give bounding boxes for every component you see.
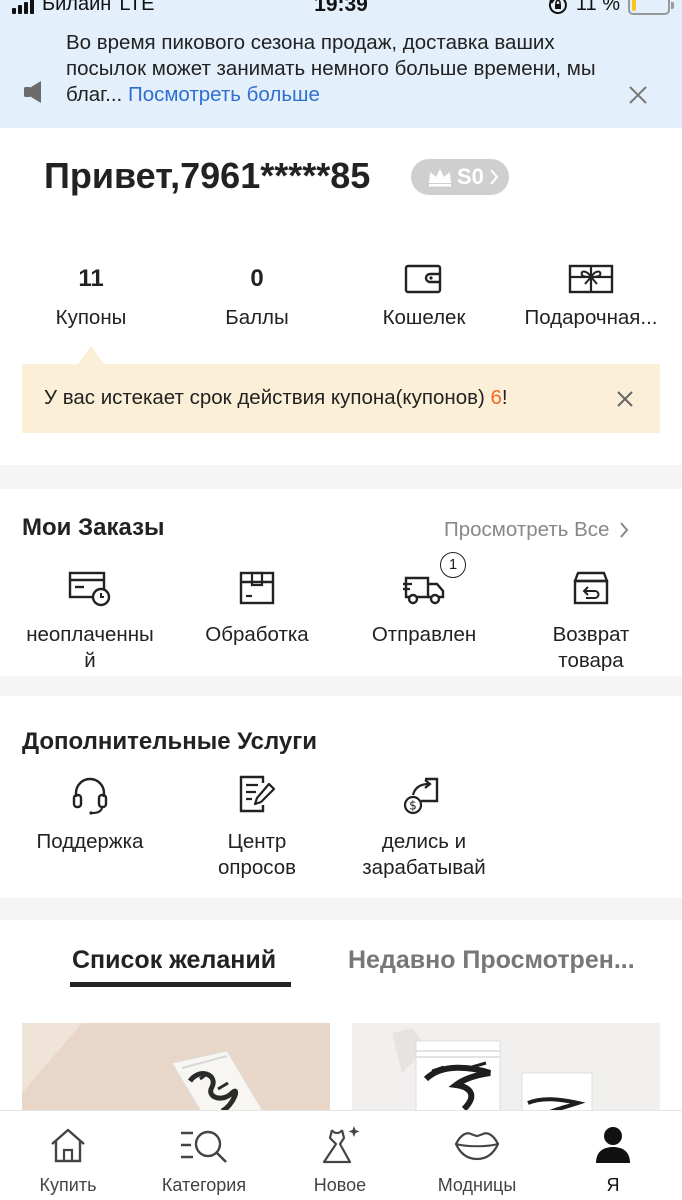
points-label: Баллы [225, 306, 289, 329]
return-box-icon [573, 571, 609, 605]
wallet-stat[interactable]: Кошелек [344, 262, 504, 330]
close-icon[interactable] [624, 81, 652, 109]
orders-processing-label: Обработка [205, 623, 309, 646]
battery-level [632, 0, 636, 11]
orders-returns-label: Возврат товара [552, 623, 630, 672]
notice-text: Во время пикового сезона продаж, доставк… [66, 30, 606, 108]
headset-icon [72, 777, 108, 815]
sock-image [352, 1023, 660, 1113]
nav-shop[interactable]: Купить [0, 1123, 136, 1196]
coupon-warning-suffix: ! [501, 386, 508, 409]
service-survey-label: Центр опросов [217, 830, 297, 879]
category-search-icon [181, 1130, 227, 1163]
nav-category-label: Категория [161, 1175, 247, 1195]
nav-new[interactable]: Новое [272, 1123, 408, 1196]
wishlist-product-image[interactable] [22, 1023, 330, 1113]
crown-icon [429, 169, 451, 187]
service-share-earn-label: делись и зарабатывай [362, 830, 486, 879]
coupon-warning-message: У вас истекает срок действия купона(купо… [44, 386, 491, 409]
status-right: 11 % [548, 0, 674, 16]
nav-new-label: Новое [313, 1175, 367, 1195]
coupon-warning-pointer [78, 346, 104, 364]
section-divider [0, 898, 682, 920]
chevron-right-icon [620, 522, 629, 538]
coupon-expiry-warning[interactable]: У вас истекает срок действия купона(купо… [22, 364, 660, 433]
coupons-count: 11 [78, 265, 104, 292]
orders-unpaid-label: неоплаченны й [26, 623, 154, 672]
shipped-count-badge: 1 [440, 552, 466, 578]
svg-text:$: $ [409, 799, 417, 813]
orders-shipped-label: Отправлен [371, 623, 477, 646]
coupon-expiring-count: 6 [490, 386, 502, 409]
coupons-stat[interactable]: 11 Купоны [11, 262, 171, 330]
wallet-label: Кошелек [382, 306, 466, 329]
notice-banner[interactable]: Во время пикового сезона продаж, доставк… [0, 24, 682, 128]
nav-category[interactable]: Категория [136, 1123, 272, 1196]
chevron-right-icon [490, 169, 499, 185]
services-title: Дополнительные Услуги [22, 728, 318, 755]
lips-icon [454, 1132, 500, 1161]
tab-wishlist[interactable]: Список желаний [72, 946, 276, 975]
share-earn-icon: $ [403, 777, 439, 815]
orders-returns[interactable]: Возврат товара [507, 568, 675, 674]
survey-icon [239, 775, 276, 813]
service-support[interactable]: Поддержка [6, 775, 174, 855]
nav-fashionistas[interactable]: Модницы [409, 1123, 545, 1196]
coupon-warning-text: У вас истекает срок действия купона(купо… [44, 386, 508, 410]
section-divider [0, 676, 682, 696]
nav-me-label: Я [606, 1175, 620, 1195]
tab-recently-viewed[interactable]: Недавно Просмотрен... [348, 946, 635, 975]
greeting-title: Привет,7961*****85 [44, 155, 371, 196]
bottom-navigation: Купить Категория Новое Модницы Я [0, 1110, 682, 1200]
service-share-earn[interactable]: $ делись и зарабатывай [340, 775, 508, 881]
orders-processing[interactable]: Обработка [173, 568, 341, 648]
rotation-lock-icon [548, 0, 567, 14]
close-icon[interactable] [612, 386, 638, 412]
vip-level-badge[interactable]: S0 [411, 159, 509, 195]
status-bar: Билайн LTE 19:39 11 % [0, 0, 682, 24]
coupons-label: Купоны [55, 306, 127, 329]
notice-more-link[interactable]: Посмотреть больше [128, 83, 320, 106]
box-icon [239, 571, 275, 605]
tab-active-indicator [70, 982, 291, 987]
service-support-label: Поддержка [36, 830, 144, 853]
points-count: 0 [250, 265, 264, 292]
sock-image [22, 1023, 330, 1113]
battery-percent: 11 % [575, 0, 620, 15]
truck-icon [403, 576, 445, 605]
orders-unpaid[interactable]: неоплаченны й [6, 568, 174, 674]
battery-icon [628, 0, 674, 15]
person-icon [596, 1127, 630, 1163]
speaker-icon [24, 81, 41, 103]
points-stat[interactable]: 0 Баллы [177, 262, 337, 330]
gift-card-stat[interactable]: Подарочная... [511, 262, 671, 330]
dress-sparkle-icon [322, 1126, 360, 1164]
card-clock-icon [68, 571, 111, 607]
orders-shipped[interactable]: 1 Отправлен [340, 552, 508, 648]
home-icon [51, 1128, 85, 1163]
nav-shop-label: Купить [39, 1175, 97, 1195]
wishlist-product-image[interactable] [352, 1023, 660, 1113]
gift-card-label: Подарочная... [524, 306, 658, 329]
vip-level-label: S0 [457, 164, 484, 189]
view-all-label: Просмотреть Все [444, 518, 610, 541]
orders-title: Мои Заказы [22, 514, 165, 541]
section-divider [0, 465, 682, 489]
view-all-orders-link[interactable]: Просмотреть Все [444, 518, 629, 542]
service-survey-center[interactable]: Центр опросов [173, 775, 341, 881]
nav-fashionistas-label: Модницы [437, 1175, 517, 1195]
wallet-icon [404, 264, 442, 294]
nav-me[interactable]: Я [545, 1123, 681, 1196]
gift-card-icon [568, 264, 614, 294]
